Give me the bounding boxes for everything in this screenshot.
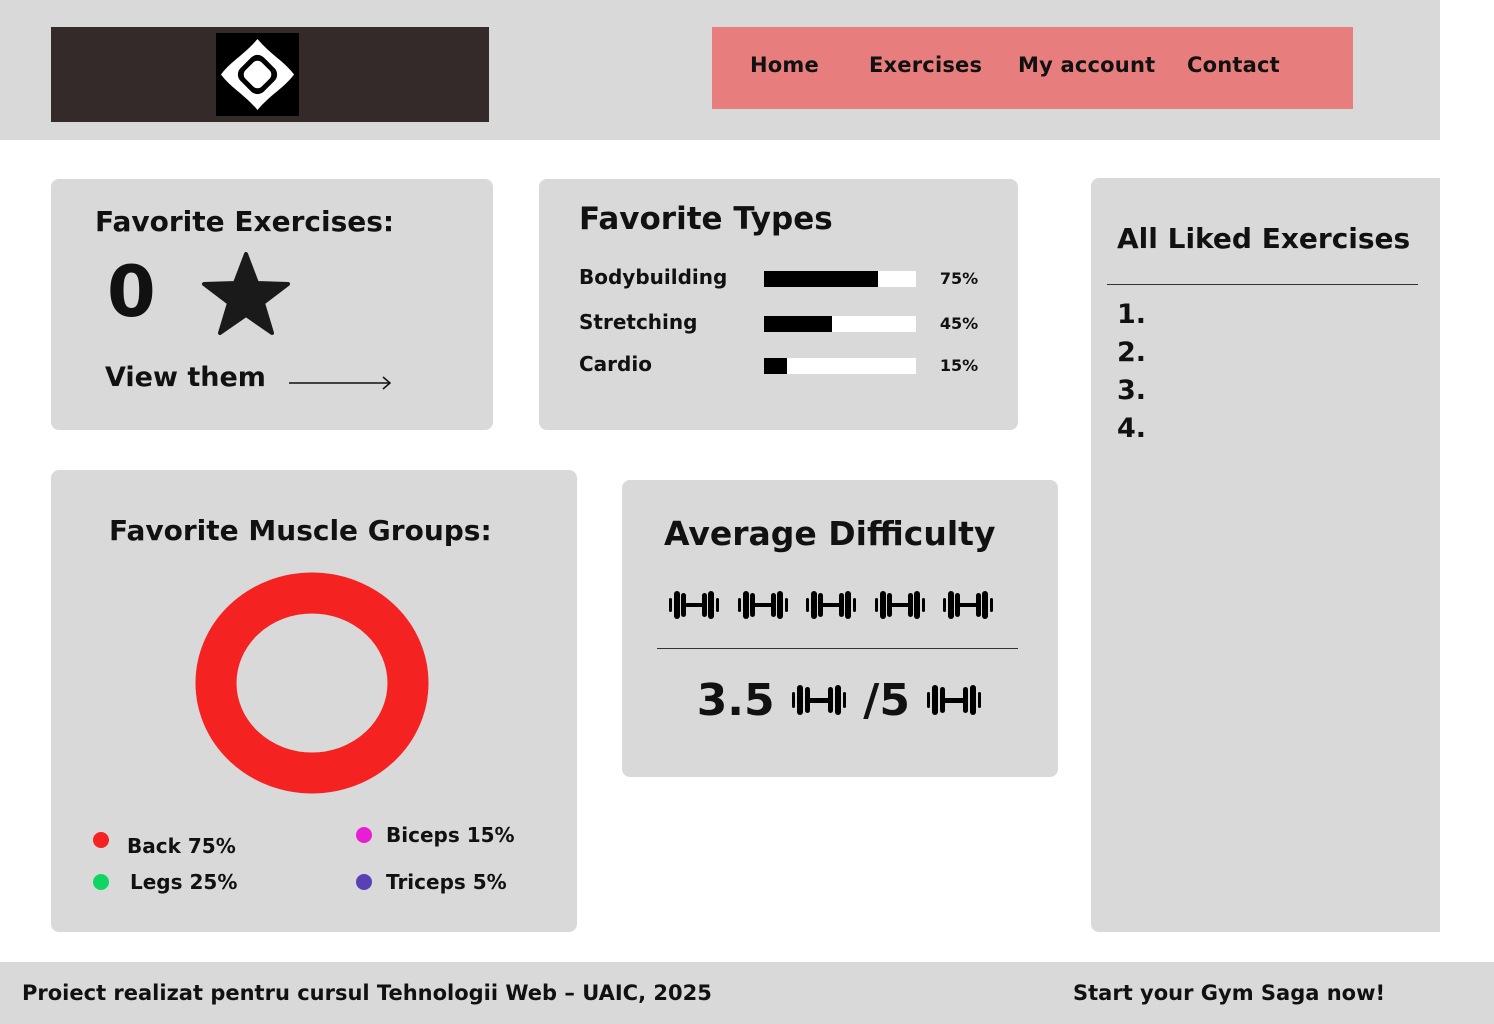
difficulty-score-max: /5 <box>863 674 910 726</box>
type-percent: 15% <box>939 356 979 375</box>
difficulty-rating <box>668 588 998 622</box>
header: Home Exercises My account Contact <box>0 0 1440 140</box>
dumbbell-icon <box>942 588 994 622</box>
progress-bar-fill <box>764 271 878 287</box>
dumbbell-icon <box>805 588 857 622</box>
dumbbell-icon <box>927 685 982 715</box>
list-item[interactable]: 1. <box>1117 296 1146 334</box>
list-item[interactable]: 3. <box>1117 372 1146 410</box>
star-icon <box>201 251 291 341</box>
legend-dot-legs <box>93 874 109 890</box>
progress-bar <box>764 358 916 374</box>
progress-bar-fill <box>764 358 787 374</box>
logo-area <box>51 27 489 122</box>
progress-bar-fill <box>764 316 833 332</box>
list-item[interactable]: 4. <box>1117 410 1146 448</box>
favorite-types-title: Favorite Types <box>579 201 833 237</box>
favorite-count: 0 <box>107 251 156 333</box>
view-favorites-link[interactable]: View them <box>105 362 266 393</box>
type-row-bodybuilding: Bodybuilding 75% <box>579 265 989 289</box>
arrow-right-icon[interactable] <box>289 375 393 394</box>
liked-exercises-list: 1. 2. 3. 4. <box>1117 296 1146 448</box>
footer-credits: Proiect realizat pentru cursul Tehnologi… <box>22 981 712 1005</box>
favorite-types-card: Favorite Types Bodybuilding 75% Stretching… <box>539 179 1018 430</box>
liked-exercises-title: All Liked Exercises <box>1117 222 1411 255</box>
favorite-exercises-card: Favorite Exercises: 0 View them <box>51 179 493 430</box>
legend-label-triceps: Triceps 5% <box>386 870 507 894</box>
logo-icon[interactable] <box>216 33 299 116</box>
divider <box>1107 284 1418 285</box>
legend-dot-back <box>93 832 109 848</box>
type-name: Bodybuilding <box>579 265 728 289</box>
progress-bar <box>764 316 916 332</box>
difficulty-score: 3.5 /5 <box>622 672 1058 726</box>
legend-dot-triceps <box>356 874 372 890</box>
nav-contact[interactable]: Contact <box>1187 53 1280 77</box>
type-percent: 75% <box>939 269 979 288</box>
dumbbell-icon <box>737 588 789 622</box>
footer: Proiect realizat pentru cursul Tehnologi… <box>0 962 1494 1024</box>
average-difficulty-title: Average Difficulty <box>664 514 996 553</box>
type-row-stretching: Stretching 45% <box>579 310 989 334</box>
divider <box>657 648 1018 649</box>
type-row-cardio: Cardio 15% <box>579 352 989 376</box>
type-percent: 45% <box>939 314 979 333</box>
nav-home[interactable]: Home <box>750 53 819 77</box>
dumbbell-icon <box>668 588 720 622</box>
dumbbell-icon <box>874 588 926 622</box>
donut-ring <box>195 572 429 794</box>
dumbbell-icon <box>791 685 846 715</box>
legend-dot-biceps <box>356 827 372 843</box>
nav-my-account[interactable]: My account <box>1018 53 1155 77</box>
liked-exercises-panel: All Liked Exercises 1. 2. 3. 4. <box>1091 178 1440 932</box>
muscle-groups-title: Favorite Muscle Groups: <box>109 514 492 547</box>
nav-exercises[interactable]: Exercises <box>869 53 982 77</box>
favorite-exercises-title: Favorite Exercises: <box>95 205 395 238</box>
main-nav: Home Exercises My account Contact <box>712 27 1353 109</box>
muscle-groups-card: Favorite Muscle Groups: Back 75% Legs 25… <box>51 470 577 932</box>
difficulty-score-value: 3.5 <box>696 674 775 726</box>
type-name: Stretching <box>579 310 698 334</box>
average-difficulty-card: Average Difficulty 3.5 /5 <box>622 480 1058 777</box>
progress-bar <box>764 271 916 287</box>
muscle-donut-chart <box>195 572 429 794</box>
legend-label-biceps: Biceps 15% <box>386 823 515 847</box>
type-name: Cardio <box>579 352 652 376</box>
list-item[interactable]: 2. <box>1117 334 1146 372</box>
footer-cta[interactable]: Start your Gym Saga now! <box>1073 981 1385 1005</box>
legend-label-legs: Legs 25% <box>130 870 238 894</box>
legend-label-back: Back 75% <box>127 834 236 858</box>
